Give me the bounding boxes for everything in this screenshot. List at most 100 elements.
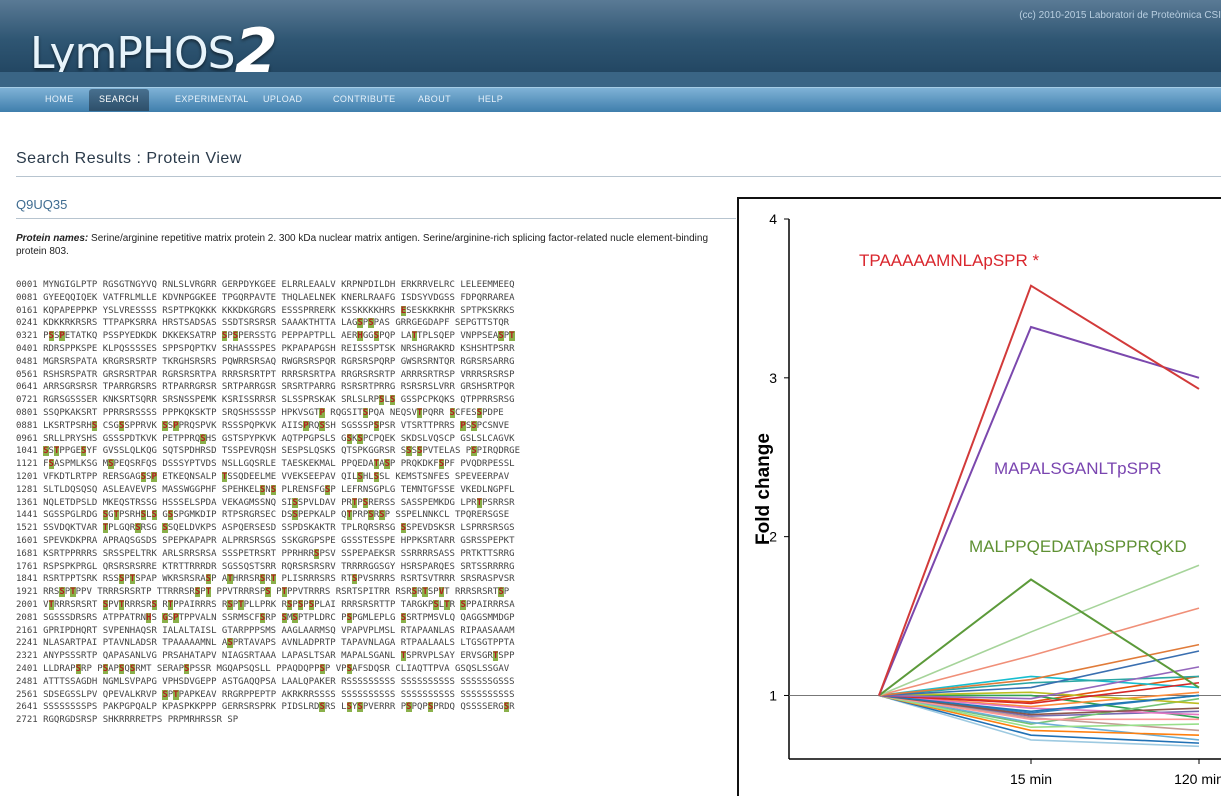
sequence-line: 2721 RGQRGDSRSP SHKRRRRETPS PRPMRHRSSR S…	[16, 714, 520, 727]
sequence-segment: 2241 NLASARTPAI PTAVNLADSR TPAAAAAMNL A	[16, 638, 228, 649]
nav-help[interactable]: HELP	[478, 94, 503, 104]
sequence-segment: RRRSR	[124, 599, 152, 610]
nav-about[interactable]: ABOUT	[418, 94, 451, 104]
sequence-segment: RQ	[308, 420, 320, 431]
sequence-segment: ETATKQ PSSPYEDKDK DKKEKSATRP	[64, 331, 222, 342]
sequence-segment: T RRRSRSRT	[444, 587, 499, 598]
sequence-segment: 0721 RGRSGSSSER KNKSRTSQRR SRSNSSPEMK KS…	[16, 395, 380, 406]
sequence-segment: N	[265, 484, 271, 495]
sequence-segment: TPLSQEP VNPPSEA	[417, 331, 499, 342]
sequence-line: 1521 SSVDQKTVAR TPLGQRSRSG SSQELDVKPS AS…	[16, 522, 520, 535]
sequence-segment: PV	[108, 599, 119, 610]
main-nav: HOME EXPERIMENTAL UPLOAD CONTRIBUTE ABOU…	[0, 87, 1221, 112]
sequence-segment: P	[124, 574, 130, 585]
sequence-segment: P VP	[324, 663, 347, 674]
sequence-segment: SPPRVK	[124, 420, 163, 431]
sequence-line: 2241 NLASARTPAI PTAVNLADSR TPAAAAAMNL AS…	[16, 637, 520, 650]
sequence-line: 1441 SGSSPGLRDG SGTPSRHSLS GSSPGMKDIP RT…	[16, 509, 520, 522]
y-tick-label: 1	[769, 687, 777, 703]
sequence-segment: P	[503, 587, 510, 598]
sequence-line: 0561 RSHSRSPATR GRSRSRTPAR RGRSRSRTPA RR…	[16, 369, 520, 382]
sequence-line: 1761 RSPSPKPRGL QRSRSRSRRE KTRTTRRRDR SG…	[16, 561, 520, 574]
sequence-segment: SPVLDAV PR	[297, 497, 352, 508]
protein-names: Protein names: Serine/arginine repetitiv…	[16, 232, 738, 258]
sequence-segment: 2161 GPRIPDHQRT SVPENHAQSR IALALTAISL GT…	[16, 625, 515, 636]
sequence-line: 1201 VFKDTLRTPP RERSGAGSSP ETKEQNSALP TS…	[16, 471, 520, 484]
sequence-segment: GSSPCPKQKS QTPPRRSRSG	[395, 395, 515, 406]
sequence-segment: PCPQEK SKDSLVQSCP GSLSLCAGVK	[362, 433, 515, 444]
sequence-segment: HL	[362, 471, 374, 482]
sequence-segment: PQA NEQSV	[368, 407, 417, 418]
sequence-segment: RSG	[140, 523, 163, 534]
sequence-segment: SPEVDSKSR LSPRRSRSGS	[406, 523, 515, 534]
sequence-segment: ASPMLKSG M	[53, 459, 109, 470]
sequence-segment: PPVTRRRS RSRTSPITRR RSR	[286, 587, 412, 598]
sequence-segment: PPVTRRRSP	[211, 587, 266, 598]
sequence-segment: SRTPMSVLQ QAGGSMMDGP	[406, 612, 515, 623]
page-title: Search Results : Protein View	[16, 150, 242, 167]
x-tick-label: 120 min	[1174, 771, 1221, 787]
sequence-line: 2481 ATTTSSAGDH NGMLSVPAPG VPHSDVGEPP AS…	[16, 676, 520, 689]
sequence-segment: SPP	[498, 651, 515, 662]
sequence-segment: PAS GRRGEGDAPF SEPGTTSTQR	[373, 318, 510, 329]
sequence-segment: L	[146, 510, 152, 521]
sequence-segment: PPV TRRRSRSRTP TTRRRSR	[75, 587, 195, 598]
sequence-segment: 1921 RRS	[16, 587, 60, 598]
sequence-line: 1601 SPEVKDKPRA APRAQSGSDS SPEPKAPAPR AL…	[16, 535, 520, 548]
nav-upload[interactable]: UPLOAD	[263, 94, 302, 104]
sequence-segment: PRP	[352, 510, 369, 521]
sequence-line: 0001 MYNGIGLPTP RGSGTNGYVQ RNLSLVRGRR GE…	[16, 279, 520, 292]
sequence-segment: 0161 KQPAPEPPKP YSLVRESSSS RSPTPKQKKK KK…	[16, 305, 401, 316]
sequence-segment: RQGSIT	[324, 407, 363, 418]
sequence-segment: 0001 MYNGIGLPTP RGSGTNGYVQ RNLSLVRGRR GE…	[16, 280, 515, 290]
copyright-notice: (cc) 2010-2015 Laboratori de Proteòmica …	[1019, 10, 1221, 21]
sequence-segment: P	[200, 587, 206, 598]
nav-experimental[interactable]: EXPERIMENTAL	[175, 94, 249, 104]
sequence-line: 0081 GYEEQQIQEK VATFRLMLLE KDVNPGGKEE TP…	[16, 292, 520, 305]
sequence-line: 1361 NQLETDPSLD MKEQSTRSSG HSSSELSPDA VE…	[16, 497, 520, 510]
y-tick-label: 3	[769, 370, 777, 386]
sequence-segment: PQRR	[422, 407, 450, 418]
sequence-segment: 1761 RSPSPKPRGL QRSRSRSRRE KTRTTRRRDR SG…	[16, 561, 515, 572]
sequence-segment: TPPVALN SSRMSCF	[178, 612, 260, 623]
sequence-segment: PRDQ QSSSSERG	[433, 702, 504, 713]
sequence-segment: SL KEMSTSNFES SPEVEERPAV	[379, 471, 510, 482]
sequence-segment: 0641 ARRSGRSRSR TPARRGRSRS RTPARRGRSR SR…	[16, 382, 515, 393]
y-axis-label: Fold change	[753, 433, 774, 545]
sequence-segment: RRRSRSRT	[53, 599, 103, 610]
sequence-segment: PRQSPVK RSSSPQPKVK AIIS	[178, 420, 304, 431]
nav-search[interactable]: SEARCH	[89, 89, 149, 111]
phospho-site-highlight: T	[509, 331, 515, 342]
sequence-segment: CSG	[97, 420, 119, 431]
sequence-segment: P	[303, 599, 309, 610]
sequence-segment: SQELDVKPS ASPQERSESD SSPDSKAKTR TPLRQRSR…	[167, 523, 401, 534]
sequence-segment: PPGE	[59, 446, 82, 457]
sequence-segment: PSRH	[118, 510, 141, 521]
series-annotation: TPAAAAAMNLApSPR *	[859, 251, 1040, 270]
sequence-line: 1681 KSRTPPRRRS SRSSPELTRK ARLSRRSRSA SS…	[16, 548, 520, 561]
sequence-segment: 2401 LLDRAP	[16, 663, 76, 674]
sequence-segment: PSRRSR	[482, 497, 515, 508]
sequence-line: 0161 KQPAPEPPKP YSLVRESSSS RSPTPKQKKK KK…	[16, 305, 520, 318]
sequence-line: 0721 RGRSGSSSER KNKSRTSQRR SRSNSSPEMK KS…	[16, 394, 520, 407]
nav-contribute[interactable]: CONTRIBUTE	[333, 94, 396, 104]
protein-accession-link[interactable]: Q9UQ35	[16, 197, 67, 212]
sequence-segment: PEQSRFQS DSSSYPTVDS NSLLGQSRLE TAESKEKMA…	[113, 459, 374, 470]
series-annotation: MAPALSGANLTpSPR	[994, 459, 1162, 478]
sequence-segment: PDPE	[482, 407, 504, 418]
sequence-segment: 0401 RDRSPPKSPE KLPQSSSSES SPPSPQPTKV SR…	[16, 343, 515, 354]
sequence-segment: CFES	[454, 407, 477, 418]
series-line	[878, 325, 1200, 696]
sequence-segment: PVSRRRS RSRTSVTRRR SRSRASPVSR	[357, 574, 515, 585]
sequence-segment: 1521 SSVDQKTVAR	[16, 523, 103, 534]
sequence-segment: P A	[211, 574, 228, 585]
sequence-segment: HS GSTSPYPKVK AQTPPGPSLS G	[205, 433, 347, 444]
nav-home[interactable]: HOME	[45, 94, 74, 104]
sequence-line: 0481 MGRSRSPATA KRGRSRSRTP TKRGHSRSRS PQ…	[16, 356, 520, 369]
lymphos-logo[interactable]: LymPHOS2	[30, 10, 278, 88]
sequence-segment: PRTAVAPS AVNLADPRTP TAPAVNLAGA RTPAALAAL…	[232, 638, 515, 649]
sequence-segment: HRRSR	[232, 574, 260, 585]
sequence-segment: 1601 SPEVKDKPRA APRAQSGSDS SPEPKAPAPR AL…	[16, 535, 515, 546]
sequence-line: 2561 SDSEGSSLPV QPEVALKRVP SPTPAPKEAV RR…	[16, 689, 520, 702]
sequence-segment: GG	[362, 331, 374, 342]
